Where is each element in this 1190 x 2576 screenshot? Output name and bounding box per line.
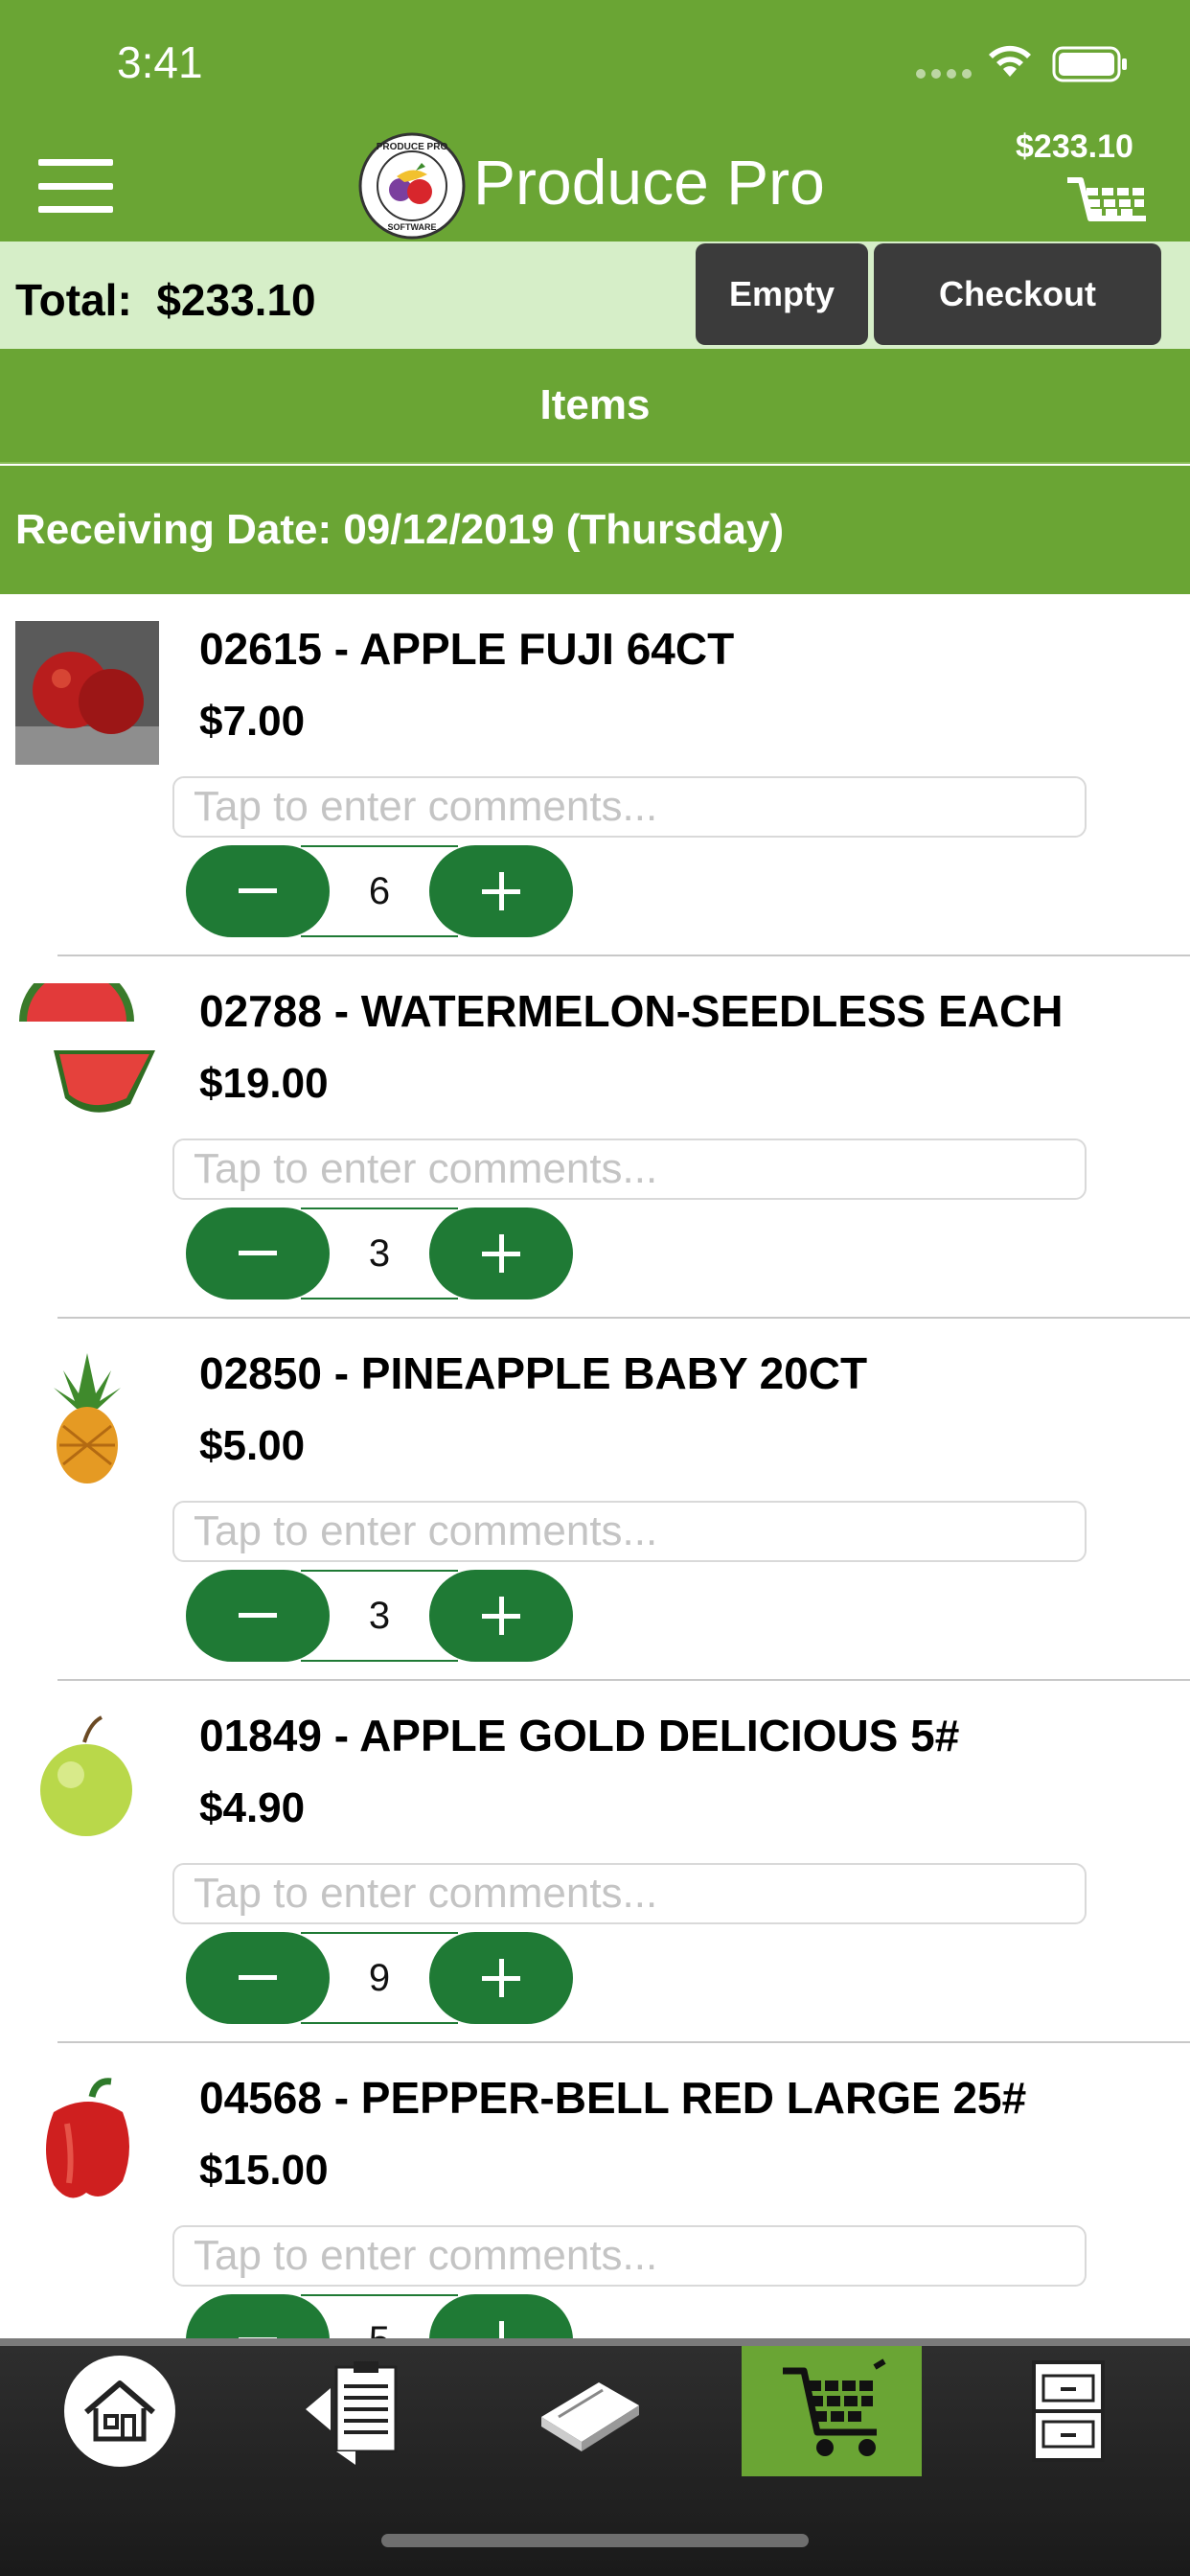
quantity-stepper: 3 bbox=[186, 1208, 573, 1300]
svg-text:PRODUCE PRO: PRODUCE PRO bbox=[377, 142, 448, 152]
menu-line bbox=[38, 206, 113, 213]
decrease-button[interactable] bbox=[186, 2294, 330, 2338]
menu-line bbox=[38, 182, 113, 190]
menu-line bbox=[38, 159, 113, 166]
menu-button[interactable] bbox=[38, 159, 113, 213]
cart-icon[interactable] bbox=[1065, 172, 1157, 242]
receiving-date: Receiving Date: 09/12/2019 (Thursday) bbox=[0, 466, 1190, 594]
item-title: 01849 - APPLE GOLD DELICIOUS 5# bbox=[199, 1711, 960, 1760]
home-icon bbox=[64, 2356, 175, 2467]
battery-icon bbox=[1052, 46, 1127, 82]
tab-files[interactable] bbox=[987, 2346, 1150, 2476]
plus-icon bbox=[482, 1234, 520, 1273]
plus-icon bbox=[482, 1959, 520, 1997]
cart-icon bbox=[783, 2358, 886, 2456]
catalog-book-icon bbox=[541, 2382, 639, 2451]
item-title: 02850 - PINEAPPLE BABY 20CT bbox=[199, 1348, 868, 1398]
minus-icon bbox=[239, 888, 277, 893]
order-total: Total: $233.10 bbox=[15, 275, 316, 325]
checkout-button[interactable]: Checkout bbox=[874, 243, 1161, 345]
app-header: 3:41 PRODUCE PRO SOFTWARE Produce Pro $2… bbox=[0, 0, 1190, 242]
increase-button[interactable] bbox=[429, 1208, 573, 1300]
plus-icon bbox=[482, 1597, 520, 1635]
decrease-button[interactable] bbox=[186, 1932, 330, 2024]
item-price: $7.00 bbox=[199, 698, 306, 745]
item-price: $5.00 bbox=[199, 1422, 306, 1469]
minus-icon bbox=[239, 1251, 277, 1255]
file-cabinet-icon bbox=[1032, 2360, 1105, 2462]
order-list-icon bbox=[306, 2361, 398, 2465]
header-cart-total: $233.10 bbox=[1016, 128, 1133, 165]
red-apple-image bbox=[15, 621, 159, 765]
minus-icon bbox=[239, 1613, 277, 1618]
tab-orders[interactable] bbox=[278, 2346, 441, 2476]
item-price: $15.00 bbox=[199, 2147, 329, 2194]
quantity-stepper: 6 bbox=[186, 845, 573, 937]
empty-cart-button[interactable]: Empty bbox=[696, 243, 868, 345]
increase-button[interactable] bbox=[429, 845, 573, 937]
watermelon-image bbox=[15, 983, 159, 1127]
quantity-stepper: 9 bbox=[186, 1932, 573, 2024]
green-apple-image bbox=[15, 1708, 159, 1852]
plus-icon bbox=[499, 2321, 504, 2338]
items-section-title: Items bbox=[0, 349, 1190, 464]
item-price: $4.90 bbox=[199, 1784, 306, 1831]
decrease-button[interactable] bbox=[186, 1570, 330, 1662]
svg-text:SOFTWARE: SOFTWARE bbox=[388, 222, 437, 232]
item-title: 04568 - PEPPER-BELL RED LARGE 25# bbox=[199, 2073, 1027, 2123]
minus-icon bbox=[239, 1975, 277, 1980]
wifi-icon bbox=[989, 45, 1031, 77]
tab-cart[interactable] bbox=[742, 2346, 922, 2476]
tab-catalog[interactable] bbox=[508, 2346, 671, 2476]
comment-input[interactable] bbox=[172, 1138, 1087, 1200]
increase-button[interactable] bbox=[429, 1570, 573, 1662]
home-indicator[interactable] bbox=[381, 2534, 809, 2547]
comment-input[interactable] bbox=[172, 2225, 1087, 2287]
produce-pro-logo: PRODUCE PRO SOFTWARE bbox=[358, 132, 466, 240]
comment-input[interactable] bbox=[172, 1501, 1087, 1562]
increase-button[interactable] bbox=[429, 1932, 573, 2024]
cart-item: 01849 - APPLE GOLD DELICIOUS 5# $4.90 9 bbox=[0, 1681, 1190, 2043]
red-pepper-image bbox=[15, 2070, 159, 2214]
comment-input[interactable] bbox=[172, 1863, 1087, 1924]
cart-item: 02788 - WATERMELON-SEEDLESS EACH $19.00 … bbox=[0, 956, 1190, 1319]
cart-item: 02850 - PINEAPPLE BABY 20CT $5.00 3 bbox=[0, 1319, 1190, 1681]
plus-icon bbox=[482, 872, 520, 910]
decrease-button[interactable] bbox=[186, 1208, 330, 1300]
decrease-button[interactable] bbox=[186, 845, 330, 937]
pineapple-image bbox=[15, 1346, 159, 1489]
cart-item: 04568 - PEPPER-BELL RED LARGE 25# $15.00… bbox=[0, 2043, 1190, 2338]
status-time: 3:41 bbox=[117, 37, 203, 87]
quantity-stepper: 5 bbox=[186, 2294, 573, 2338]
brand-title: Produce Pro bbox=[473, 147, 825, 218]
cart-item: 02615 - APPLE FUJI 64CT $7.00 6 bbox=[0, 594, 1190, 956]
increase-button[interactable] bbox=[429, 2294, 573, 2338]
comment-input[interactable] bbox=[172, 776, 1087, 838]
item-title: 02615 - APPLE FUJI 64CT bbox=[199, 624, 735, 674]
cellular-signal-icon bbox=[916, 69, 972, 79]
tab-home[interactable] bbox=[38, 2346, 201, 2476]
quantity-stepper: 3 bbox=[186, 1570, 573, 1662]
item-title: 02788 - WATERMELON-SEEDLESS EACH bbox=[199, 986, 1064, 1036]
item-price: $19.00 bbox=[199, 1060, 329, 1107]
